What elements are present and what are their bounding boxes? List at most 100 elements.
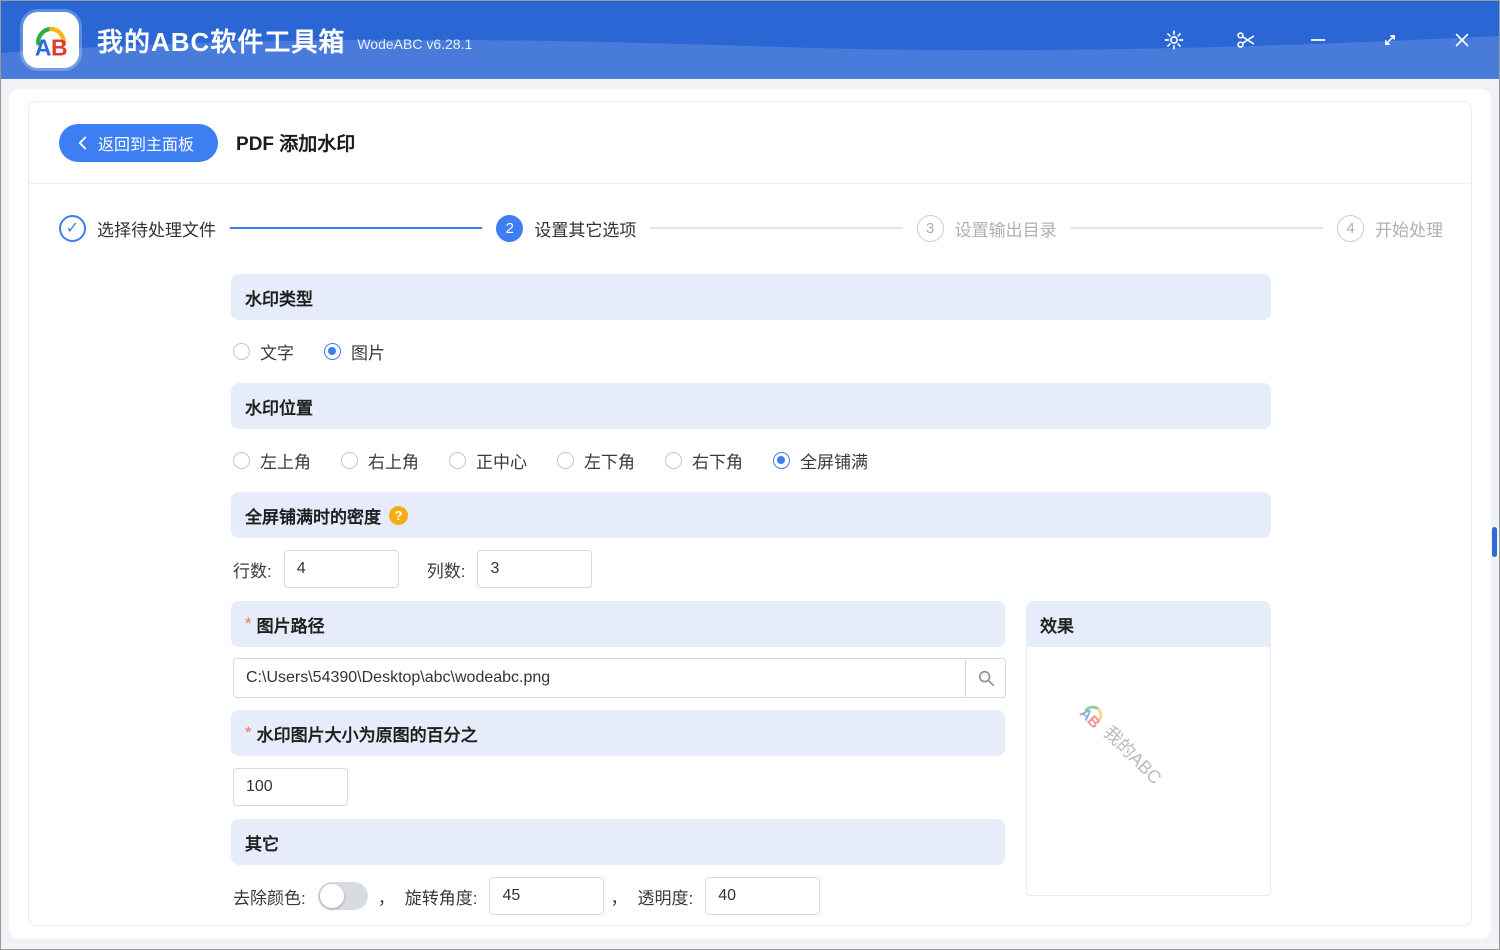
step-2-circle: 2 <box>496 214 524 242</box>
radio-icon-selected <box>773 451 790 469</box>
section-title: 全屏铺满时的密度 <box>245 507 381 527</box>
opacity-input[interactable] <box>705 877 821 915</box>
wizard-stepper: ✓ 选择待处理文件 2 设置其它选项 3 设置输出目录 4 开始处理 <box>59 210 1443 246</box>
watermark-sample: A B 我的ABC <box>1072 693 1170 791</box>
watermark-type-options: 文字 图片 <box>231 328 1271 374</box>
app-body: 返回到主面板 PDF 添加水印 ✓ 选择待处理文件 2 设置其它选项 3 设置输… <box>1 79 1499 949</box>
close-icon[interactable] <box>1449 27 1475 53</box>
step-connector <box>1070 227 1323 229</box>
main-panel: 返回到主面板 PDF 添加水印 ✓ 选择待处理文件 2 设置其它选项 3 设置输… <box>9 89 1491 939</box>
required-mark: * <box>245 614 252 633</box>
section-title: 图片路径 <box>256 616 325 636</box>
back-to-dashboard-button[interactable]: 返回到主面板 <box>59 123 219 162</box>
page-header: 返回到主面板 PDF 添加水印 <box>29 102 1471 184</box>
cols-label: 列数: <box>426 561 466 581</box>
effect-preview-panel: 效果 A B 我的ABC <box>1026 601 1271 896</box>
rotation-input[interactable] <box>489 877 605 915</box>
preview-header: 效果 <box>1026 601 1271 647</box>
radio-label: 左下角 <box>584 452 635 472</box>
app-logo: A B <box>23 12 79 68</box>
rows-input[interactable] <box>283 550 399 588</box>
scrollbar-thumb[interactable] <box>1492 527 1497 557</box>
maximize-icon[interactable] <box>1377 27 1403 53</box>
step-4-circle: 4 <box>1336 214 1364 242</box>
image-path-input[interactable] <box>233 658 966 698</box>
radio-label: 右下角 <box>692 452 743 472</box>
radio-option-full-screen[interactable]: 全屏铺满 <box>773 448 868 473</box>
section-header: 水印类型 <box>231 274 1271 320</box>
abc-logo-icon: A B <box>35 26 68 60</box>
settings-icon[interactable] <box>1161 27 1187 53</box>
radio-icon <box>665 451 682 469</box>
watermark-text: 我的ABC <box>1099 722 1166 788</box>
toggle-knob <box>319 884 344 908</box>
step-4-label: 开始处理 <box>1374 220 1443 240</box>
cols-input[interactable] <box>477 550 593 588</box>
radio-option-top-left[interactable]: 左上角 <box>233 448 311 473</box>
help-icon[interactable]: ? <box>389 505 408 525</box>
section-header: * 图片路径 <box>231 601 1005 647</box>
section-header: * 水印图片大小为原图的百分之 <box>231 710 1005 756</box>
chevron-left-icon <box>78 136 87 149</box>
section-header: 水印位置 <box>231 383 1271 429</box>
app-title: 我的ABC软件工具箱 <box>97 26 346 57</box>
required-mark: * <box>245 723 252 742</box>
size-percent-input[interactable] <box>233 768 348 806</box>
section-title: 水印类型 <box>245 289 313 309</box>
section-title: 水印图片大小为原图的百分之 <box>256 725 478 745</box>
remove-color-toggle[interactable] <box>317 882 368 910</box>
step-connector <box>650 227 903 229</box>
radio-icon <box>233 451 250 469</box>
step-2-label: 设置其它选项 <box>534 220 637 240</box>
radio-option-bottom-left[interactable]: 左下角 <box>557 448 635 473</box>
rows-label: 行数: <box>233 561 272 581</box>
radio-label: 全屏铺满 <box>800 452 868 472</box>
radio-option-bottom-right[interactable]: 右下角 <box>665 448 743 473</box>
radio-label: 左上角 <box>260 452 311 472</box>
svg-text:A: A <box>35 34 52 60</box>
left-column: * 图片路径 C:\Users\54390\Desktop\abc\wodeab… <box>231 601 1006 919</box>
section-title: 水印位置 <box>245 398 313 418</box>
radio-icon-selected <box>324 342 341 360</box>
remove-color-label: 去除颜色: <box>233 888 306 908</box>
other-options-row: 去除颜色: ， 旋转角度: ， 透明度: <box>231 873 1005 919</box>
preview-canvas: A B 我的ABC <box>1026 647 1271 896</box>
window-controls <box>1161 1 1475 79</box>
section-header: 全屏铺满时的密度 ? <box>231 492 1271 538</box>
scissors-icon[interactable] <box>1233 27 1259 53</box>
watermark-position-options: 左上角 右上角 正中心 左下角 右下角 全屏铺满 <box>231 437 1271 483</box>
content-card: 返回到主面板 PDF 添加水印 ✓ 选择待处理文件 2 设置其它选项 3 设置输… <box>28 101 1472 926</box>
rotation-label: 旋转角度: <box>404 888 478 908</box>
step-connector <box>230 227 483 229</box>
radio-option-text[interactable]: 文字 <box>233 339 294 364</box>
section-header: 其它 <box>231 819 1005 865</box>
watermark-form: 水印类型 文字 图片 水印位置 左上角 右上角 正中心 左下角 右下角 全屏铺满… <box>231 274 1271 925</box>
opacity-label: 透明度: <box>637 888 694 908</box>
separator: ， <box>377 888 395 908</box>
radio-icon <box>341 451 358 469</box>
section-other: 其它 去除颜色: ， 旋转角度: 45 ， 透明度: 40 <box>231 819 1005 919</box>
radio-option-center[interactable]: 正中心 <box>449 448 527 473</box>
section-watermark-position: 水印位置 左上角 右上角 正中心 左下角 右下角 全屏铺满 <box>231 383 1271 483</box>
app-window: A B 我的ABC软件工具箱 WodeABC v6.28.1 返回到主面板 PD… <box>0 0 1500 950</box>
minimize-icon[interactable] <box>1305 27 1331 53</box>
step-3-circle: 3 <box>916 214 944 242</box>
browse-file-button[interactable] <box>966 658 1006 698</box>
image-size-row <box>231 764 1005 810</box>
section-density: 全屏铺满时的密度 ? 行数: 列数: <box>231 492 1271 592</box>
radio-label: 文字 <box>260 343 294 363</box>
section-image-path: * 图片路径 <box>231 601 1006 701</box>
radio-icon <box>557 451 574 469</box>
radio-label: 右上角 <box>368 452 419 472</box>
lower-zone: * 图片路径 C:\Users\54390\Desktop\abc\wodeab… <box>231 601 1271 919</box>
radio-option-image[interactable]: 图片 <box>324 339 385 364</box>
radio-icon <box>233 342 250 360</box>
step-3-label: 设置输出目录 <box>954 220 1057 240</box>
svg-text:B: B <box>51 34 68 60</box>
titlebar: A B 我的ABC软件工具箱 WodeABC v6.28.1 <box>1 1 1499 79</box>
app-version: WodeABC v6.28.1 <box>357 36 473 52</box>
radio-option-top-right[interactable]: 右上角 <box>341 448 419 473</box>
radio-label: 正中心 <box>476 452 527 472</box>
step-1-check-icon: ✓ <box>59 214 86 242</box>
section-title: 其它 <box>245 834 279 854</box>
